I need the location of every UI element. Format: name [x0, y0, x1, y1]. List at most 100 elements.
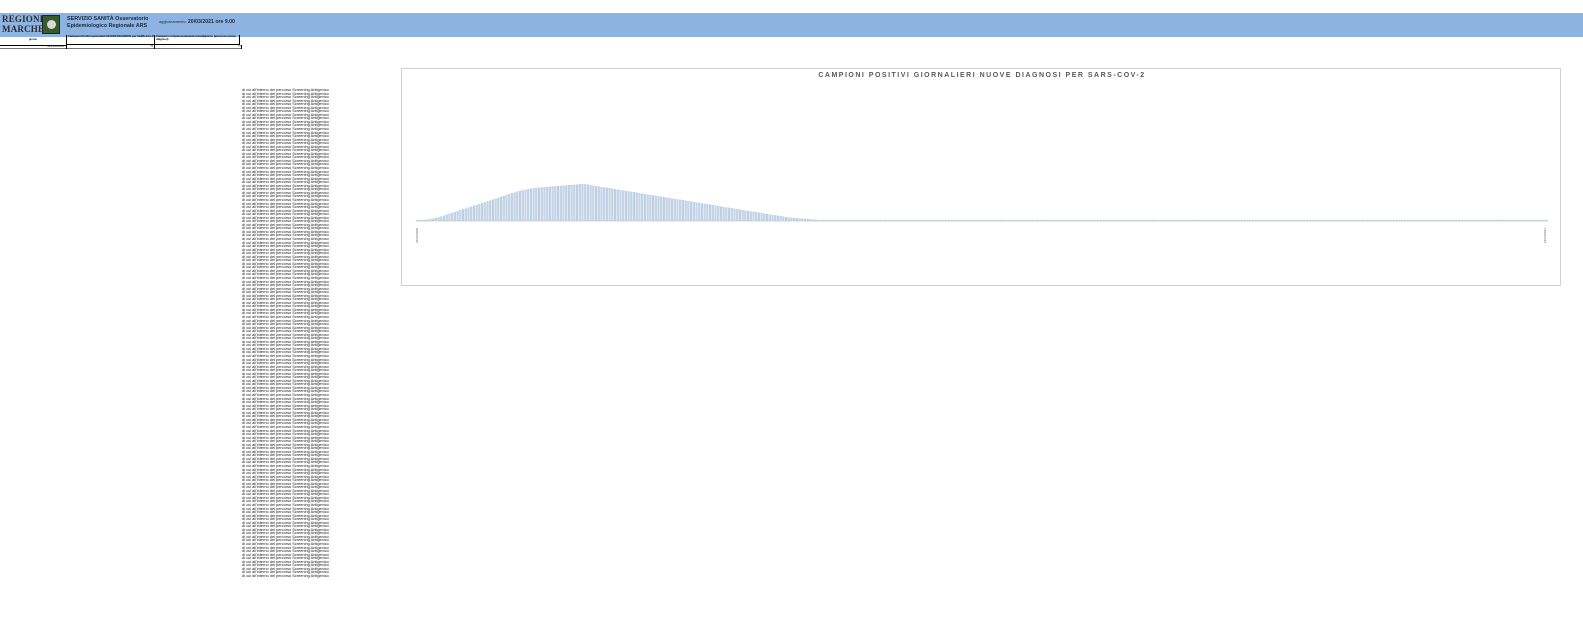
bar — [649, 194, 652, 222]
x-tick-label: 24/02/2020 — [415, 228, 419, 243]
bar — [557, 186, 560, 222]
bar — [608, 188, 611, 222]
bar — [432, 218, 435, 222]
bar — [690, 201, 693, 222]
bar — [787, 217, 790, 222]
bar — [445, 214, 448, 222]
bar — [551, 186, 554, 222]
bar — [562, 185, 565, 222]
bar — [470, 206, 473, 222]
bar — [464, 208, 467, 222]
logo-word-1: REGIONE — [2, 14, 46, 24]
bar — [437, 217, 440, 222]
update-value: 20/03/2021 ore 9.00 — [187, 19, 235, 25]
bar — [434, 218, 437, 222]
bar — [692, 202, 695, 222]
positives-chart: CAMPIONI POSITIVI GIORNALIERI NUOVE DIAG… — [401, 68, 1561, 286]
bar — [706, 204, 709, 222]
bar — [771, 214, 774, 222]
bar — [747, 210, 750, 222]
bar — [744, 210, 747, 222]
bar — [502, 196, 505, 222]
bar — [486, 201, 489, 222]
bar — [456, 211, 459, 222]
department-title: SERVIZIO SANITÀ Osservatorio Epidemiolog… — [67, 16, 148, 30]
bar — [779, 216, 782, 222]
bar — [483, 202, 486, 222]
bar — [795, 218, 798, 222]
bar — [657, 196, 660, 222]
bar — [638, 193, 641, 222]
bar — [768, 214, 771, 222]
header-bar — [0, 13, 1583, 37]
bar — [570, 184, 573, 222]
bar — [592, 185, 595, 222]
bar — [538, 187, 541, 222]
column-header-positives: Campioni Positivi giornalieri NUOVE DIAG… — [66, 34, 154, 45]
bar — [546, 186, 549, 222]
bar — [785, 217, 788, 222]
table-row: dal 29-ott-2020 75 77 — [0, 45, 242, 49]
bar — [472, 205, 475, 222]
bar — [619, 190, 622, 222]
bar — [763, 213, 766, 222]
screening-note: di cui all'interno del percorso Screenin… — [242, 572, 329, 578]
bar — [516, 191, 519, 222]
bar — [559, 185, 562, 222]
bar — [738, 209, 741, 222]
bar — [481, 203, 484, 222]
bar — [700, 203, 703, 222]
bar — [521, 190, 524, 222]
x-tick-label: 19/03/2021 — [1543, 228, 1547, 243]
bar — [510, 193, 513, 222]
bar — [614, 189, 617, 222]
column-header-tested: Campioni complessivamente testati/giorno… — [154, 34, 240, 45]
bar — [527, 189, 530, 222]
bar — [776, 215, 779, 222]
bar — [459, 210, 462, 222]
regione-marche-logo: REGIONE MARCHE — [2, 13, 62, 37]
bar — [532, 188, 535, 222]
bar — [519, 190, 522, 222]
bar — [600, 186, 603, 222]
daily-data-table: giorno Campioni Positivi giornalieri NUO… — [0, 34, 242, 575]
bar — [578, 184, 581, 222]
bar — [440, 216, 443, 222]
bar — [719, 206, 722, 222]
bar — [676, 199, 679, 222]
bar — [581, 184, 584, 222]
bar — [529, 188, 532, 222]
bar — [774, 215, 777, 222]
department-line-1: SERVIZIO SANITÀ Osservatorio — [67, 16, 149, 22]
region-emblem-icon — [42, 15, 60, 34]
bar — [703, 203, 706, 222]
bar — [760, 213, 763, 222]
table-body: dal 29-ott-2020 75 77 — [0, 45, 242, 49]
bar — [643, 194, 646, 222]
bar — [611, 188, 614, 222]
bar — [554, 186, 557, 222]
bar — [752, 211, 755, 222]
bar — [586, 184, 589, 222]
bar — [725, 207, 728, 222]
bar — [603, 187, 606, 222]
bar — [443, 215, 446, 222]
bar — [801, 218, 804, 222]
bar — [595, 186, 598, 222]
chart-plot-area: 24/02/2020 19/03/2021 — [415, 184, 1548, 243]
bar — [540, 187, 543, 222]
cell-tested: 77 — [154, 45, 242, 49]
bar — [494, 198, 497, 222]
bar — [589, 185, 592, 222]
bar — [630, 191, 633, 222]
bar — [478, 204, 481, 222]
bar — [475, 204, 478, 222]
bar — [462, 209, 465, 222]
bar — [749, 211, 752, 222]
bar — [524, 189, 527, 222]
bar — [654, 195, 657, 222]
bar — [576, 184, 579, 222]
bar — [714, 205, 717, 222]
bar — [652, 195, 655, 222]
bar — [711, 205, 714, 222]
